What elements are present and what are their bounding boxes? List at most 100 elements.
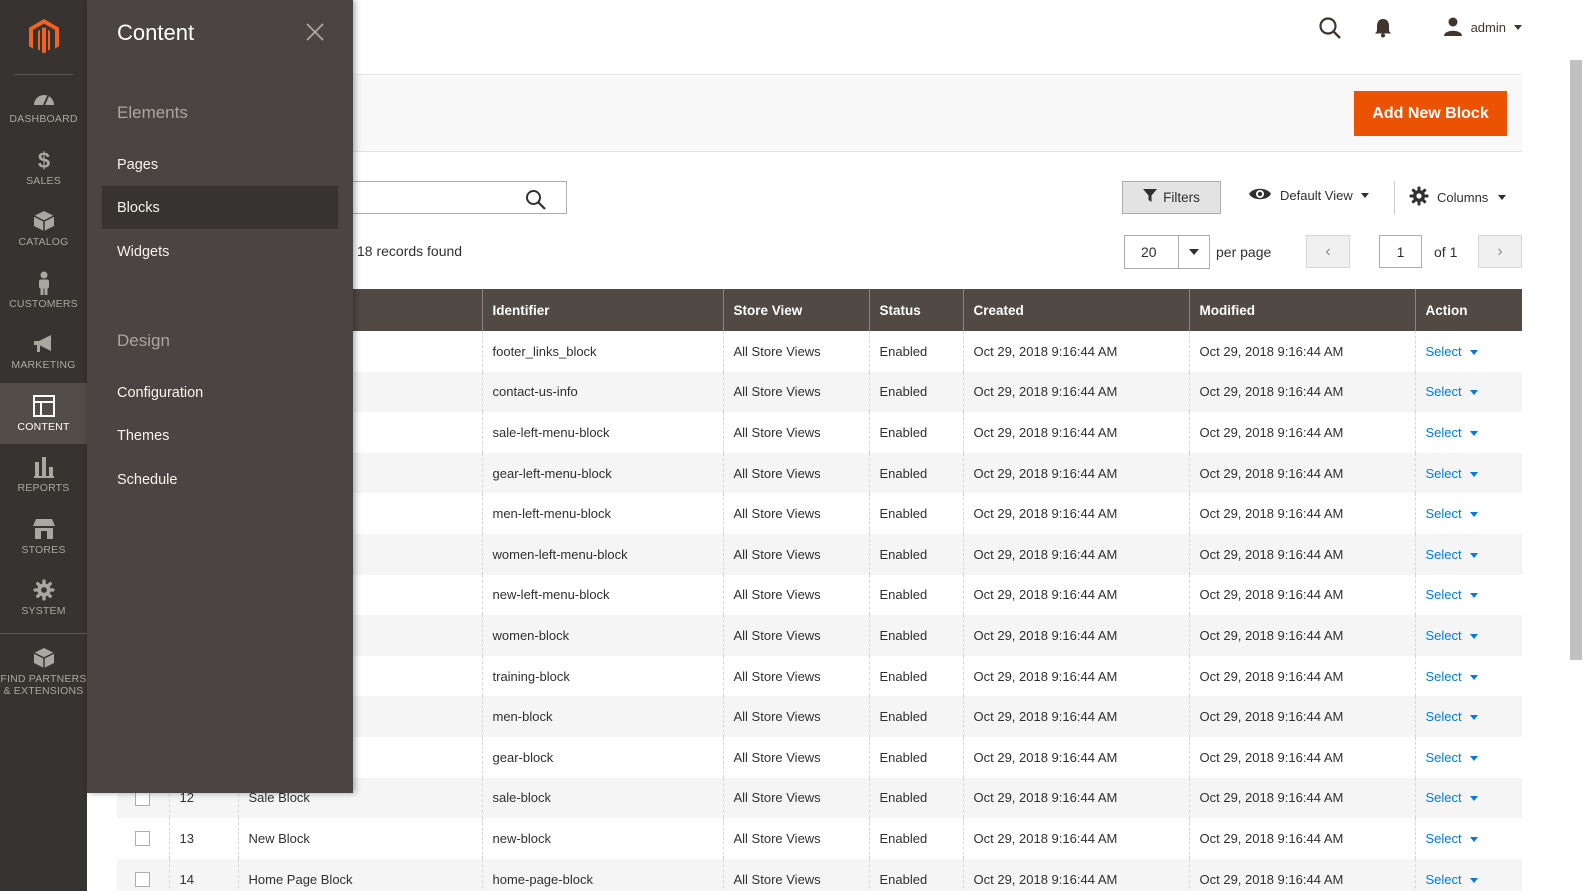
per-page-label: per page [1216, 244, 1272, 260]
nav-item-system[interactable]: SYSTEM [0, 567, 87, 629]
row-action-select[interactable]: Select [1426, 466, 1478, 481]
row-action-select[interactable]: Select [1426, 750, 1478, 765]
layout-icon [32, 394, 56, 418]
row-action-select[interactable]: Select [1426, 872, 1478, 887]
cell-status: Enabled [868, 371, 963, 413]
nav-item-catalog[interactable]: CATALOG [0, 198, 87, 260]
cell-identifier: women-left-menu-block [481, 533, 723, 575]
svg-text:$: $ [37, 148, 49, 172]
page-number-input[interactable]: 1 [1379, 235, 1422, 268]
cell-identifier: gear-block [481, 736, 723, 778]
row-action-select[interactable]: Select [1426, 506, 1478, 521]
admin-sidebar: DASHBOARD $ SALES CATALOG CUSTOMERS MARKETING… [0, 0, 87, 891]
row-action-label: Select [1425, 546, 1462, 562]
row-action-label: Select [1425, 790, 1462, 806]
row-checkbox[interactable] [135, 790, 150, 806]
nav-item-customers[interactable]: CUSTOMERS [0, 260, 87, 322]
dollar-icon: $ [32, 148, 56, 172]
magento-logo[interactable] [14, 0, 73, 75]
nav-item-dashboard[interactable]: DASHBOARD [0, 75, 87, 137]
cell-id: 13 [168, 818, 238, 859]
cell-identifier: gear-left-menu-block [481, 452, 723, 494]
cell-status: Enabled [868, 777, 963, 819]
caret-down-icon[interactable] [1178, 236, 1209, 268]
cell-status: Enabled [868, 736, 963, 778]
megaphone-icon [32, 332, 56, 356]
nav-item-label: REPORTS [17, 482, 70, 495]
row-action-select[interactable]: Select [1426, 831, 1478, 846]
row-action-label: Select [1425, 830, 1462, 846]
cell-status: Enabled [868, 574, 963, 616]
prev-page-button[interactable]: ‹ [1306, 235, 1350, 268]
column-header-action: Action [1414, 289, 1522, 331]
nav-item-sales[interactable]: $ SALES [0, 137, 87, 199]
table-row[interactable]: 13 New Block new-block All Store Views Enabl… [117, 818, 1522, 859]
nav-item-label: DASHBOARD [9, 113, 78, 126]
flyout-item-schedule[interactable]: Schedule [102, 458, 338, 501]
cell-action: Select [1414, 574, 1522, 616]
nav-item-reports[interactable]: REPORTS [0, 444, 87, 506]
default-view-label: Default View [1280, 188, 1353, 203]
cell-action: Select [1414, 533, 1522, 575]
columns-control[interactable]: Columns [1394, 181, 1507, 214]
scrollbar-thumb[interactable] [1570, 60, 1582, 660]
row-action-select[interactable]: Select [1426, 709, 1478, 724]
user-menu[interactable]: admin [1443, 16, 1522, 39]
flyout-item-blocks[interactable]: Blocks [102, 186, 338, 229]
column-header-modified[interactable]: Modified [1188, 289, 1415, 331]
nav-item-content[interactable]: CONTENT [0, 382, 87, 444]
cell-identifier: women-block [481, 615, 723, 656]
cell-identifier: new-block [481, 818, 723, 859]
cell-created: Oct 29, 2018 9:16:44 AM [962, 777, 1189, 819]
row-action-select[interactable]: Select [1426, 425, 1478, 440]
column-header-status[interactable]: Status [868, 289, 963, 331]
funnel-icon [1143, 189, 1158, 206]
view-switcher[interactable]: Default View [1248, 186, 1369, 205]
flyout-item-themes[interactable]: Themes [102, 414, 338, 457]
caret-down-icon [1469, 593, 1478, 599]
user-icon [1443, 16, 1463, 39]
nav-item-label: STORES [21, 543, 66, 556]
nav-item-marketing[interactable]: MARKETING [0, 321, 87, 383]
cell-status: Enabled [868, 696, 963, 737]
column-header-identifier[interactable]: Identifier [481, 289, 723, 331]
cell-status: Enabled [868, 452, 963, 494]
flyout-item-configuration[interactable]: Configuration [102, 371, 338, 414]
row-action-select[interactable]: Select [1426, 344, 1478, 359]
flyout-item-widgets[interactable]: Widgets [102, 230, 338, 273]
global-search-icon[interactable] [1318, 16, 1342, 45]
nav-item-stores[interactable]: STORES [0, 506, 87, 568]
row-action-select[interactable]: Select [1426, 587, 1478, 602]
cell-created: Oct 29, 2018 9:16:44 AM [962, 655, 1189, 697]
row-action-select[interactable]: Select [1426, 384, 1478, 399]
chevron-down-icon [1360, 193, 1369, 198]
cell-store: All Store Views [722, 533, 869, 575]
filters-button[interactable]: Filters [1122, 181, 1221, 214]
row-action-select[interactable]: Select [1426, 547, 1478, 562]
cell-status: Enabled [868, 493, 963, 534]
next-page-button[interactable]: › [1478, 235, 1522, 268]
add-new-block-button[interactable]: Add New Block [1354, 91, 1507, 136]
search-icon[interactable] [525, 189, 546, 215]
caret-down-icon [1469, 390, 1478, 396]
row-checkbox[interactable] [135, 872, 150, 888]
column-header-store-view[interactable]: Store View [722, 289, 869, 331]
cell-modified: Oct 29, 2018 9:16:44 AM [1188, 818, 1415, 859]
row-action-label: Select [1425, 465, 1462, 481]
close-icon[interactable] [305, 22, 325, 47]
caret-down-icon [1469, 674, 1478, 680]
column-header-created[interactable]: Created [962, 289, 1189, 331]
cell-store: All Store Views [722, 736, 869, 778]
page-scrollbar[interactable] [1568, 0, 1584, 891]
row-checkbox[interactable] [135, 831, 150, 847]
row-action-select[interactable]: Select [1426, 628, 1478, 643]
bell-icon[interactable] [1374, 18, 1392, 43]
nav-find-partners[interactable]: FIND PARTNERS & EXTENSIONS [0, 632, 87, 703]
filters-label: Filters [1163, 190, 1200, 205]
row-action-select[interactable]: Select [1426, 669, 1478, 684]
table-row[interactable]: 14 Home Page Block home-page-block All Stor… [117, 858, 1522, 891]
flyout-item-pages[interactable]: Pages [102, 143, 338, 186]
flyout-section-design: Design [117, 331, 170, 350]
row-action-select[interactable]: Select [1426, 790, 1478, 805]
per-page-select[interactable]: 20 [1124, 235, 1210, 269]
